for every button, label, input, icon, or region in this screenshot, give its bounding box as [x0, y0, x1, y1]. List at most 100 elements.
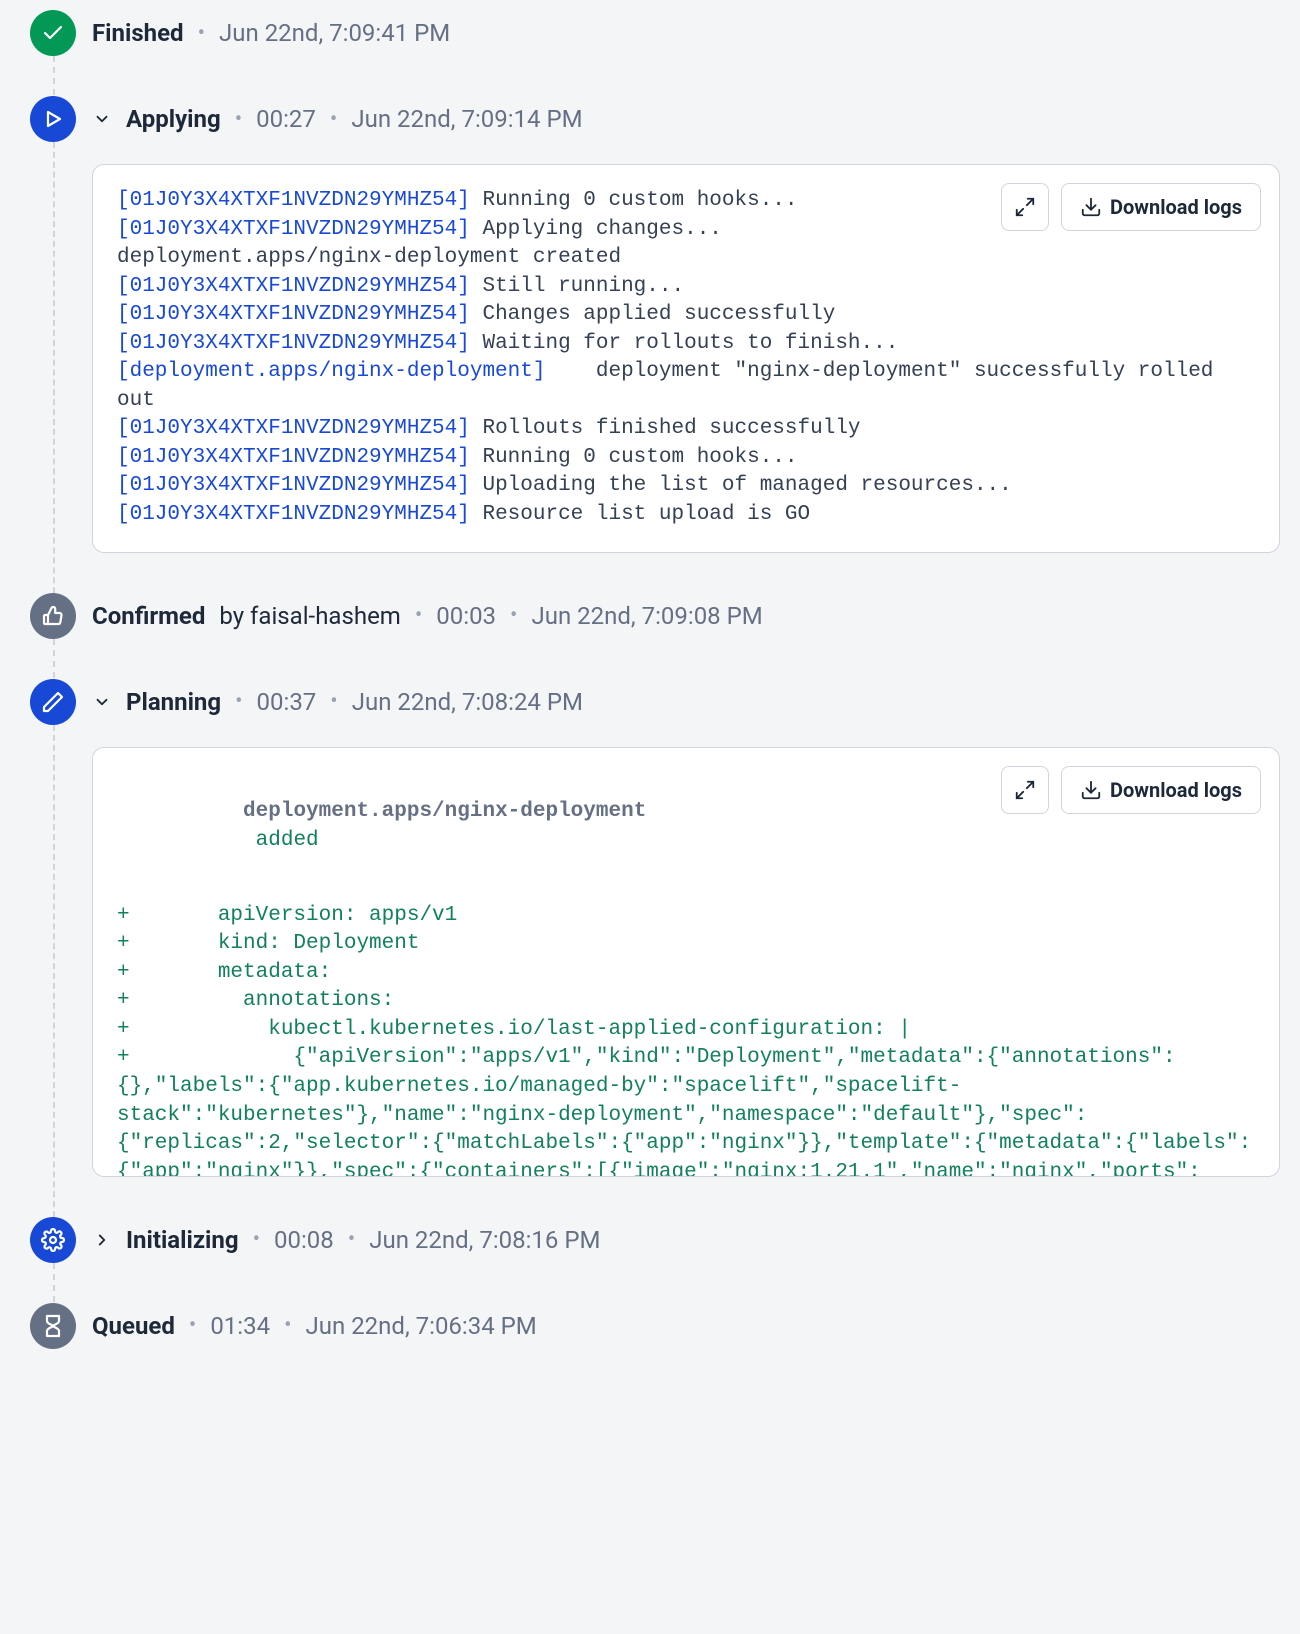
- log-text: Waiting for rollouts to finish...: [470, 332, 898, 355]
- log-text: Changes applied successfully: [470, 303, 835, 326]
- log-id: [01J0Y3X4XTXF1NVZDN29YMHZ54]: [117, 218, 470, 241]
- diff-resource: deployment.apps/nginx-deployment: [243, 800, 646, 823]
- stage-initializing: Initializing • 00:08 • Jun 22nd, 7:08:16…: [30, 1217, 1280, 1303]
- log-line: [01J0Y3X4XTXF1NVZDN29YMHZ54] Changes app…: [117, 301, 1255, 330]
- log-id: [01J0Y3X4XTXF1NVZDN29YMHZ54]: [117, 446, 470, 469]
- log-actions: Download logs: [1001, 183, 1261, 231]
- stage-timestamp: Jun 22nd, 7:09:41 PM: [219, 19, 450, 47]
- check-icon: [30, 10, 76, 56]
- pencil-icon: [30, 679, 76, 725]
- stage-header: Initializing • 00:08 • Jun 22nd, 7:08:16…: [92, 1217, 1280, 1263]
- log-deployment-ref: [deployment.apps/nginx-deployment]: [117, 360, 545, 383]
- diff-line: + metadata:: [117, 959, 1255, 988]
- stage-header: Applying • 00:27 • Jun 22nd, 7:09:14 PM: [92, 96, 1280, 142]
- chevron-right-icon[interactable]: [92, 1230, 112, 1250]
- log-panel-applying: Download logs [01J0Y3X4XTXF1NVZDN29YMHZ5…: [92, 164, 1280, 553]
- diff-action: added: [256, 829, 319, 852]
- log-line: [01J0Y3X4XTXF1NVZDN29YMHZ54] Waiting for…: [117, 330, 1255, 359]
- download-logs-button[interactable]: Download logs: [1061, 766, 1261, 814]
- log-line: [01J0Y3X4XTXF1NVZDN29YMHZ54] Still runni…: [117, 273, 1255, 302]
- stage-title: Finished: [92, 19, 184, 47]
- expand-button[interactable]: [1001, 183, 1049, 231]
- thumbs-up-icon: [30, 593, 76, 639]
- stage-header: Finished • Jun 22nd, 7:09:41 PM: [92, 10, 1280, 56]
- gear-icon: [30, 1217, 76, 1263]
- separator-dot: •: [198, 21, 205, 46]
- download-icon: [1080, 779, 1102, 801]
- expand-icon: [1014, 196, 1036, 218]
- stage-title: Planning: [126, 688, 221, 716]
- play-icon: [30, 96, 76, 142]
- diff-line: + kind: Deployment: [117, 930, 1255, 959]
- log-id: [01J0Y3X4XTXF1NVZDN29YMHZ54]: [117, 417, 470, 440]
- stage-title: Applying: [126, 105, 221, 133]
- stage-planning: Planning • 00:37 • Jun 22nd, 7:08:24 PM …: [30, 679, 1280, 1217]
- stage-title: Queued: [92, 1312, 175, 1340]
- log-text: Running 0 custom hooks...: [470, 446, 798, 469]
- download-logs-label: Download logs: [1110, 778, 1242, 802]
- log-panel-planning: Download logs deployment.apps/nginx-depl…: [92, 747, 1280, 1177]
- log-text: Rollouts finished successfully: [470, 417, 861, 440]
- log-line: [deployment.apps/nginx-deployment] deplo…: [117, 358, 1255, 415]
- download-logs-label: Download logs: [1110, 195, 1242, 219]
- separator-dot: •: [510, 603, 517, 628]
- stage-timestamp: Jun 22nd, 7:06:34 PM: [306, 1312, 537, 1340]
- separator-dot: •: [235, 689, 242, 714]
- log-id: [01J0Y3X4XTXF1NVZDN29YMHZ54]: [117, 275, 470, 298]
- expand-button[interactable]: [1001, 766, 1049, 814]
- stage-finished: Finished • Jun 22nd, 7:09:41 PM: [30, 10, 1280, 96]
- timeline: Finished • Jun 22nd, 7:09:41 PM Applying…: [20, 10, 1280, 1389]
- chevron-down-icon[interactable]: [92, 109, 112, 129]
- stage-title: Initializing: [126, 1226, 239, 1254]
- log-line: [01J0Y3X4XTXF1NVZDN29YMHZ54] Rollouts fi…: [117, 415, 1255, 444]
- log-text: Uploading the list of managed resources.…: [470, 474, 1012, 497]
- stage-timestamp: Jun 22nd, 7:08:24 PM: [352, 688, 583, 716]
- stage-applying: Applying • 00:27 • Jun 22nd, 7:09:14 PM …: [30, 96, 1280, 593]
- stage-duration: 00:27: [256, 105, 316, 133]
- separator-dot: •: [330, 107, 337, 132]
- confirmed-by: by faisal-hashem: [219, 602, 400, 630]
- log-line: [01J0Y3X4XTXF1NVZDN29YMHZ54] Running 0 c…: [117, 444, 1255, 473]
- log-text: deployment.apps/nginx-deployment created: [117, 246, 621, 269]
- separator-dot: •: [189, 1313, 196, 1338]
- log-text: Applying changes...: [470, 218, 722, 241]
- expand-icon: [1014, 779, 1036, 801]
- stage-header: Planning • 00:37 • Jun 22nd, 7:08:24 PM: [92, 679, 1280, 725]
- diff-line: + apiVersion: apps/v1: [117, 902, 1255, 931]
- stage-duration: 00:37: [257, 688, 317, 716]
- stage-timestamp: Jun 22nd, 7:09:14 PM: [351, 105, 582, 133]
- stage-duration: 00:03: [436, 602, 496, 630]
- log-id: [01J0Y3X4XTXF1NVZDN29YMHZ54]: [117, 332, 470, 355]
- diff-line: + annotations:: [117, 987, 1255, 1016]
- separator-dot: •: [284, 1313, 291, 1338]
- stage-duration: 01:34: [210, 1312, 270, 1340]
- separator-dot: •: [330, 689, 337, 714]
- stage-timestamp: Jun 22nd, 7:08:16 PM: [369, 1226, 600, 1254]
- log-text: Resource list upload is GO: [470, 503, 810, 526]
- stage-confirmed: Confirmed by faisal-hashem • 00:03 • Jun…: [30, 593, 1280, 679]
- log-text: Running 0 custom hooks...: [470, 189, 798, 212]
- stage-header: Queued • 01:34 • Jun 22nd, 7:06:34 PM: [92, 1303, 1280, 1349]
- log-body: [01J0Y3X4XTXF1NVZDN29YMHZ54] Running 0 c…: [117, 187, 1255, 530]
- stage-queued: Queued • 01:34 • Jun 22nd, 7:06:34 PM: [30, 1303, 1280, 1389]
- log-id: [01J0Y3X4XTXF1NVZDN29YMHZ54]: [117, 503, 470, 526]
- stage-header: Confirmed by faisal-hashem • 00:03 • Jun…: [92, 593, 1280, 639]
- log-body: deployment.apps/nginx-deployment added +…: [117, 770, 1255, 1177]
- separator-dot: •: [235, 107, 242, 132]
- log-line: deployment.apps/nginx-deployment created: [117, 244, 1255, 273]
- stage-timestamp: Jun 22nd, 7:09:08 PM: [531, 602, 762, 630]
- stage-title: Confirmed: [92, 602, 205, 630]
- diff-line: + kubectl.kubernetes.io/last-applied-con…: [117, 1016, 1255, 1045]
- separator-dot: •: [348, 1227, 355, 1252]
- hourglass-icon: [30, 1303, 76, 1349]
- separator-dot: •: [253, 1227, 260, 1252]
- stage-duration: 00:08: [274, 1226, 334, 1254]
- download-icon: [1080, 196, 1102, 218]
- separator-dot: •: [415, 603, 422, 628]
- log-line: [01J0Y3X4XTXF1NVZDN29YMHZ54] Uploading t…: [117, 472, 1255, 501]
- diff-line: + {"apiVersion":"apps/v1","kind":"Deploy…: [117, 1044, 1255, 1176]
- chevron-down-icon[interactable]: [92, 692, 112, 712]
- log-id: [01J0Y3X4XTXF1NVZDN29YMHZ54]: [117, 189, 470, 212]
- download-logs-button[interactable]: Download logs: [1061, 183, 1261, 231]
- log-id: [01J0Y3X4XTXF1NVZDN29YMHZ54]: [117, 474, 470, 497]
